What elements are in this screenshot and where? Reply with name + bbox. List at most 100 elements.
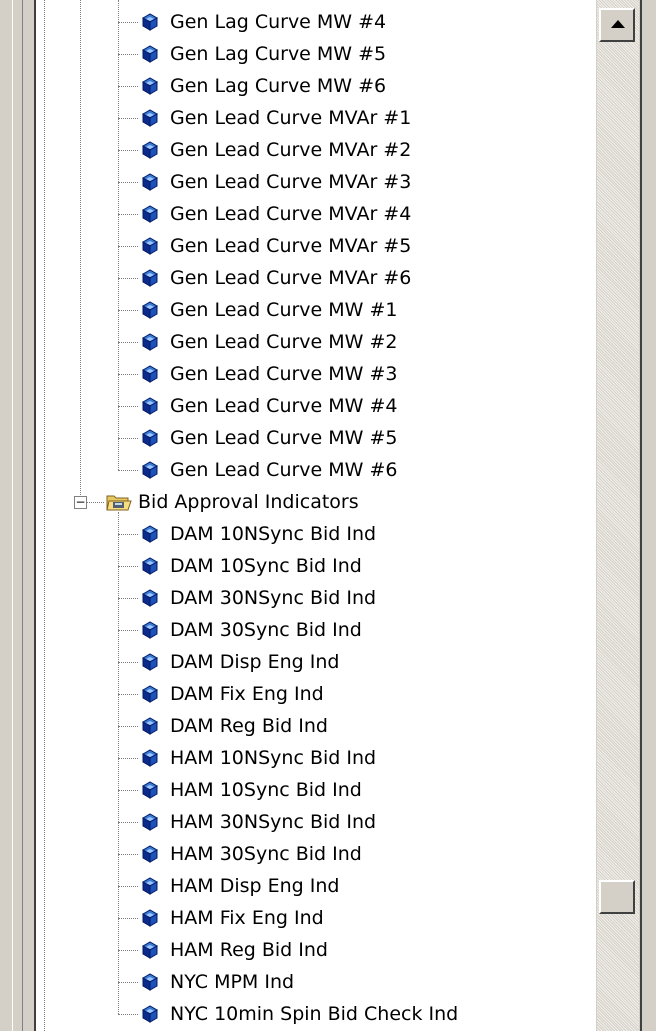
tree-item-label: Bid Approval Indicators <box>138 491 359 513</box>
cube-icon <box>140 524 160 544</box>
vertical-scrollbar[interactable] <box>596 0 639 1031</box>
tree-connector <box>118 1014 138 1015</box>
tree-item-label: Gen Lead Curve MW #5 <box>170 427 398 449</box>
tree-item-indicator[interactable]: DAM Reg Bid Ind <box>140 710 328 742</box>
tree-item-curve[interactable]: Gen Lead Curve MVAr #2 <box>140 134 411 166</box>
tree-item-curve[interactable]: Gen Lag Curve MW #6 <box>140 70 386 102</box>
tree-connector <box>118 150 138 151</box>
tree-item-curve[interactable]: Gen Lead Curve MVAr #1 <box>140 102 411 134</box>
cube-icon <box>140 108 160 128</box>
tree-item-label: DAM 30Sync Bid Ind <box>170 619 362 641</box>
tree-connector <box>118 214 138 215</box>
cube-icon <box>140 364 160 384</box>
tree-item-indicator[interactable]: HAM 10NSync Bid Ind <box>140 742 376 774</box>
tree-connector <box>118 566 138 567</box>
tree-item-indicator[interactable]: DAM Disp Eng Ind <box>140 646 340 678</box>
tree-connector <box>118 822 138 823</box>
tree-item-indicator[interactable]: DAM Fix Eng Ind <box>140 678 324 710</box>
tree-item-label: Gen Lead Curve MVAr #3 <box>170 171 412 193</box>
arrow-up-icon <box>611 20 625 28</box>
cube-icon <box>140 908 160 928</box>
tree-connector <box>118 534 138 535</box>
tree-item-indicator[interactable]: DAM 10Sync Bid Ind <box>140 550 362 582</box>
tree-connector <box>118 726 138 727</box>
tree-item-label: Gen Lead Curve MVAr #4 <box>170 203 412 225</box>
tree-item-indicator[interactable]: DAM 10NSync Bid Ind <box>140 518 376 550</box>
tree-connector <box>118 182 138 183</box>
tree-item-label: Gen Lead Curve MVAr #6 <box>170 267 412 289</box>
tree-view[interactable]: Gen Lag Curve MW #4 Gen Lag Curve MW #5 Ge… <box>34 0 596 1031</box>
tree-item-label: Gen Lag Curve MW #5 <box>170 43 387 65</box>
cube-icon <box>140 1004 160 1024</box>
tree-item-indicator[interactable]: DAM 30Sync Bid Ind <box>140 614 362 646</box>
tree-item-label: HAM Disp Eng Ind <box>170 875 340 897</box>
tree-item-label: Gen Lead Curve MW #6 <box>170 459 398 481</box>
tree-item-indicator[interactable]: HAM Disp Eng Ind <box>140 870 339 902</box>
tree-item-label: HAM 30Sync Bid Ind <box>170 843 362 865</box>
tree-item-indicator[interactable]: HAM 10Sync Bid Ind <box>140 774 362 806</box>
cube-icon <box>140 428 160 448</box>
tree-connector <box>118 374 138 375</box>
tree-item-curve[interactable]: Gen Lead Curve MVAr #3 <box>140 166 411 198</box>
cube-icon <box>140 172 160 192</box>
cube-icon <box>140 620 160 640</box>
tree-item-indicator[interactable]: NYC 10min Spin Bid Check Ind <box>140 998 458 1030</box>
cube-icon <box>140 588 160 608</box>
tree-connector <box>118 662 138 663</box>
tree-item-label: NYC MPM Ind <box>170 971 295 993</box>
tree-item-curve[interactable]: Gen Lead Curve MW #4 <box>140 390 398 422</box>
tree-connector <box>118 278 138 279</box>
tree-item-curve[interactable]: Gen Lead Curve MW #1 <box>140 294 398 326</box>
tree-item-label: Gen Lag Curve MW #4 <box>170 11 387 33</box>
tree-item-curve[interactable]: Gen Lead Curve MW #6 <box>140 454 398 486</box>
tree-item-curve[interactable]: Gen Lead Curve MW #5 <box>140 422 398 454</box>
cube-icon <box>140 844 160 864</box>
tree-connector <box>118 470 138 471</box>
tree-connector <box>118 630 138 631</box>
collapse-toggle[interactable]: − <box>74 496 87 509</box>
cube-icon <box>140 940 160 960</box>
tree-item-indicator[interactable]: NYC MPM Ind <box>140 966 294 998</box>
tree-item-label: DAM Fix Eng Ind <box>170 683 324 705</box>
cube-icon <box>140 140 160 160</box>
tree-connector <box>118 886 138 887</box>
tree-connector <box>80 0 81 495</box>
tree-item-label: DAM Reg Bid Ind <box>170 715 328 737</box>
cube-icon <box>140 396 160 416</box>
tree-item-curve[interactable]: Gen Lag Curve MW #4 <box>140 6 386 38</box>
tree-connector <box>44 0 45 1031</box>
tree-item-label: DAM Disp Eng Ind <box>170 651 340 673</box>
tree-item-curve[interactable]: Gen Lag Curve MW #5 <box>140 38 386 70</box>
tree-item-curve[interactable]: Gen Lead Curve MW #3 <box>140 358 398 390</box>
tree-connector <box>118 512 119 1014</box>
tree-connector <box>118 54 138 55</box>
tree-item-curve[interactable]: Gen Lead Curve MVAr #6 <box>140 262 411 294</box>
cube-icon <box>140 76 160 96</box>
tree-connector <box>118 118 138 119</box>
scroll-up-button[interactable] <box>599 8 635 42</box>
tree-connector <box>118 406 138 407</box>
tree-item-label: HAM Reg Bid Ind <box>170 939 328 961</box>
tree-connector <box>118 982 138 983</box>
tree-connector <box>118 310 138 311</box>
tree-connector <box>118 790 138 791</box>
cube-icon <box>140 716 160 736</box>
cube-icon <box>140 12 160 32</box>
tree-item-curve[interactable]: Gen Lead Curve MVAr #4 <box>140 198 411 230</box>
scroll-thumb[interactable] <box>599 880 635 914</box>
tree-item-label: Gen Lead Curve MW #2 <box>170 331 398 353</box>
tree-item-indicator[interactable]: HAM Reg Bid Ind <box>140 934 328 966</box>
tree-item-curve[interactable]: Gen Lead Curve MW #2 <box>140 326 398 358</box>
tree-folder-bid-approval[interactable]: Bid Approval Indicators <box>106 486 359 518</box>
tree-connector <box>87 502 104 503</box>
tree-item-indicator[interactable]: DAM 30NSync Bid Ind <box>140 582 376 614</box>
cube-icon <box>140 332 160 352</box>
cube-icon <box>140 300 160 320</box>
tree-connector <box>118 438 138 439</box>
tree-connector <box>118 0 119 470</box>
tree-item-indicator[interactable]: HAM 30Sync Bid Ind <box>140 838 362 870</box>
tree-item-indicator[interactable]: HAM Fix Eng Ind <box>140 902 324 934</box>
tree-item-indicator[interactable]: HAM 30NSync Bid Ind <box>140 806 376 838</box>
cube-icon <box>140 460 160 480</box>
tree-item-curve[interactable]: Gen Lead Curve MVAr #5 <box>140 230 411 262</box>
